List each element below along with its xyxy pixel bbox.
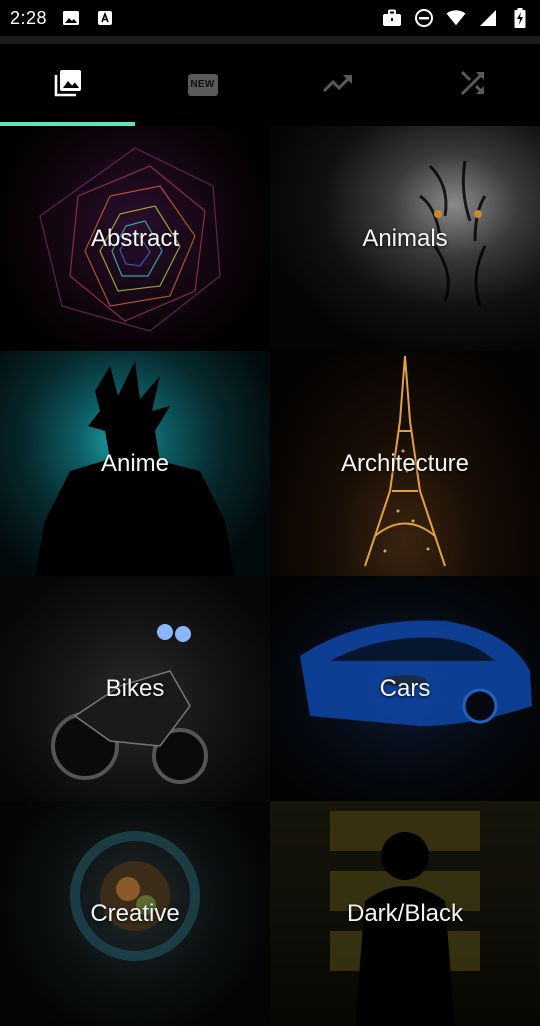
a-notification-icon xyxy=(95,8,115,28)
status-time: 2:28 xyxy=(10,7,48,28)
category-tile-architecture[interactable]: Architecture xyxy=(270,351,540,576)
category-tile-animals[interactable]: Animals xyxy=(270,126,540,351)
briefcase-icon xyxy=(382,8,402,28)
tab-bar: NEW xyxy=(0,44,540,126)
category-label: Cars xyxy=(379,674,431,702)
tab-shuffle[interactable] xyxy=(405,44,540,126)
battery-charging-icon xyxy=(510,8,530,28)
category-tile-bikes[interactable]: Bikes xyxy=(0,576,270,801)
gallery-icon xyxy=(53,68,83,103)
status-bar: 2:28 xyxy=(0,0,540,36)
category-label: Architecture xyxy=(340,449,470,477)
category-label: Anime xyxy=(100,449,170,477)
category-tile-cars[interactable]: Cars xyxy=(270,576,540,801)
category-label: Animals xyxy=(362,224,448,252)
category-label: Bikes xyxy=(105,674,165,702)
shuffle-icon xyxy=(459,69,487,102)
tab-new[interactable]: NEW xyxy=(135,44,270,126)
category-tile-abstract[interactable]: Abstract xyxy=(0,126,270,351)
image-notification-icon xyxy=(61,8,81,28)
category-tile-creative[interactable]: Creative xyxy=(0,801,270,1026)
tab-trending[interactable] xyxy=(270,44,405,126)
wifi-icon xyxy=(446,8,466,28)
category-tile-dark-black[interactable]: Dark/Black xyxy=(270,801,540,1026)
trending-icon xyxy=(322,72,354,99)
category-grid: Abstract Animals Anime Architecture Bike… xyxy=(0,126,540,1026)
category-label: Creative xyxy=(90,899,180,927)
new-badge-text: NEW xyxy=(190,79,215,90)
tab-categories[interactable] xyxy=(0,44,135,126)
status-divider xyxy=(0,36,540,44)
category-label: Abstract xyxy=(90,224,180,252)
do-not-disturb-icon xyxy=(414,8,434,28)
category-label: Dark/Black xyxy=(346,899,464,927)
category-tile-anime[interactable]: Anime xyxy=(0,351,270,576)
new-icon: NEW xyxy=(187,74,218,96)
cell-signal-icon xyxy=(478,8,498,28)
